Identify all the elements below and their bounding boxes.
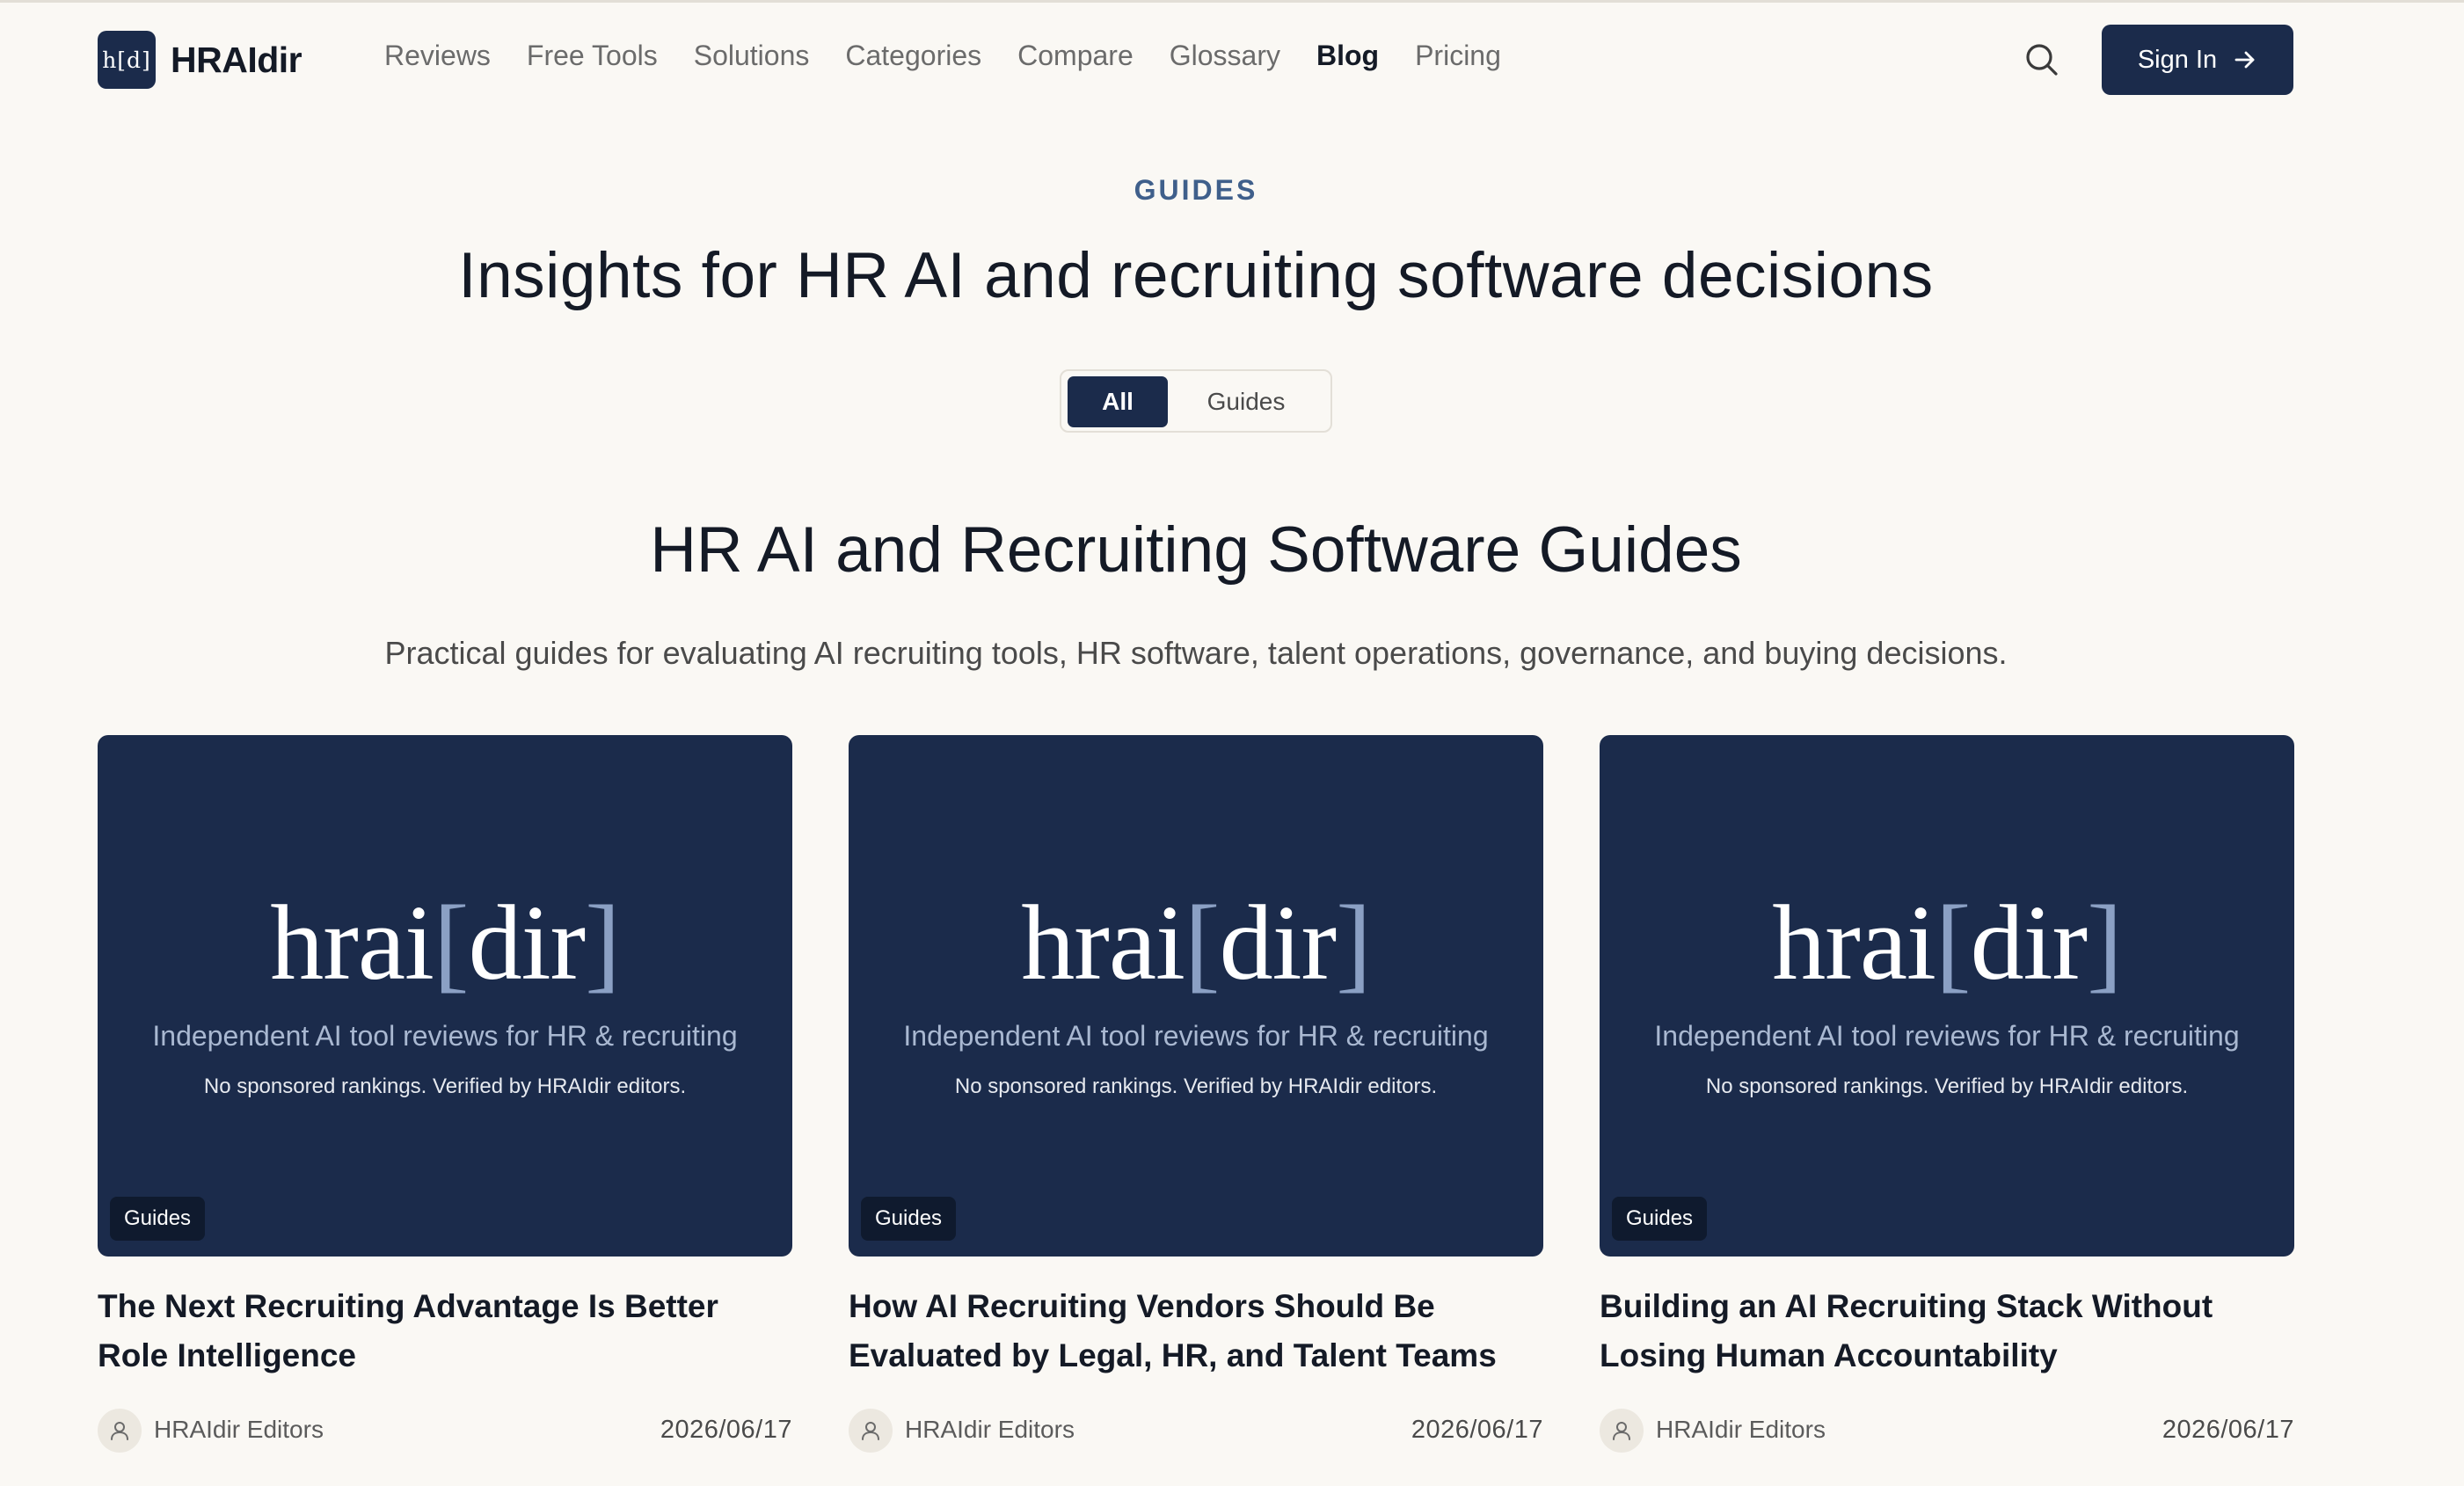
category-filter: All Guides [1060, 369, 1332, 433]
user-icon [111, 1422, 128, 1440]
nav-item-reviews[interactable]: Reviews [384, 40, 491, 72]
publish-date: 2026/06/17 [660, 1416, 792, 1444]
author-name: HRAIdir Editors [1656, 1416, 1826, 1443]
thumbnail-brand-logo: hrai[dir] [1021, 884, 1371, 1002]
thumbnail-tagline: Independent AI tool reviews for HR & rec… [903, 1020, 1489, 1052]
article-title[interactable]: How AI Recruiting Vendors Should Be Eval… [849, 1282, 1543, 1380]
article-card[interactable]: hrai[dir] Independent AI tool reviews fo… [98, 735, 792, 1474]
nav-item-free-tools[interactable]: Free Tools [527, 40, 658, 72]
search-icon [2026, 44, 2058, 76]
nav-item-pricing[interactable]: Pricing [1415, 40, 1501, 72]
thumbnail-tagline: Independent AI tool reviews for HR & rec… [152, 1020, 738, 1052]
author-avatar [98, 1409, 142, 1453]
nav-item-compare[interactable]: Compare [1017, 40, 1134, 72]
author-name: HRAIdir Editors [905, 1416, 1075, 1443]
article-title[interactable]: Building an AI Recruiting Stack Without … [1600, 1282, 2294, 1380]
nav-item-blog[interactable]: Blog [1316, 40, 1379, 72]
main-menu: Reviews Free Tools Solutions Categories … [384, 40, 1501, 72]
section-subtitle: Practical guides for evaluating AI recru… [384, 635, 2008, 671]
section-title: HR AI and Recruiting Software Guides [650, 514, 1742, 586]
search-button[interactable] [2023, 40, 2061, 79]
thumbnail-subtagline: No sponsored rankings. Verified by HRAId… [1705, 1074, 2189, 1098]
sign-in-label: Sign In [2137, 45, 2218, 74]
user-icon [1613, 1422, 1630, 1440]
thumbnail-subtagline: No sponsored rankings. Verified by HRAId… [954, 1074, 1438, 1098]
sign-in-button[interactable]: Sign In [2102, 25, 2293, 95]
nav-item-categories[interactable]: Categories [845, 40, 981, 72]
page-kicker: GUIDES [1134, 174, 1258, 206]
category-badge: Guides [110, 1197, 206, 1241]
author-avatar [849, 1409, 893, 1453]
logo-text: HRAIdir [171, 39, 303, 80]
filter-guides-tab[interactable]: Guides [1180, 376, 1312, 427]
article-meta: HRAIdir Editors 2026/06/17 [98, 1409, 792, 1453]
page-title: Insights for HR AI and recruiting softwa… [458, 240, 1934, 311]
top-navbar: h[d] HRAIdir Reviews Free Tools Solution… [0, 0, 2464, 120]
nav-item-glossary[interactable]: Glossary [1170, 40, 1280, 72]
article-meta: HRAIdir Editors 2026/06/17 [1600, 1409, 2294, 1453]
publish-date: 2026/06/17 [1411, 1416, 1543, 1444]
site-logo[interactable]: h[d] HRAIdir [98, 31, 303, 89]
article-thumbnail[interactable]: hrai[dir] Independent AI tool reviews fo… [98, 735, 792, 1257]
arrow-right-icon [2234, 51, 2255, 69]
publish-date: 2026/06/17 [2161, 1416, 2294, 1444]
author-avatar [1600, 1409, 1644, 1453]
thumbnail-tagline: Independent AI tool reviews for HR & rec… [1654, 1020, 2240, 1052]
article-thumbnail[interactable]: hrai[dir] Independent AI tool reviews fo… [849, 735, 1543, 1257]
thumbnail-subtagline: No sponsored rankings. Verified by HRAId… [203, 1074, 687, 1098]
category-badge: Guides [861, 1197, 957, 1241]
article-card[interactable]: hrai[dir] Independent AI tool reviews fo… [849, 735, 1543, 1474]
nav-item-solutions[interactable]: Solutions [694, 40, 810, 72]
filter-all-tab[interactable]: All [1068, 376, 1168, 427]
category-badge: Guides [1612, 1197, 1708, 1241]
article-card[interactable]: hrai[dir] Independent AI tool reviews fo… [1600, 735, 2294, 1474]
thumbnail-brand-logo: hrai[dir] [1772, 884, 2122, 1002]
article-thumbnail[interactable]: hrai[dir] Independent AI tool reviews fo… [1600, 735, 2294, 1257]
user-icon [862, 1422, 879, 1440]
author-name: HRAIdir Editors [154, 1416, 324, 1443]
thumbnail-brand-logo: hrai[dir] [270, 884, 620, 1002]
article-title[interactable]: The Next Recruiting Advantage Is Better … [98, 1282, 792, 1380]
article-meta: HRAIdir Editors 2026/06/17 [849, 1409, 1543, 1453]
logo-mark: h[d] [98, 31, 156, 89]
